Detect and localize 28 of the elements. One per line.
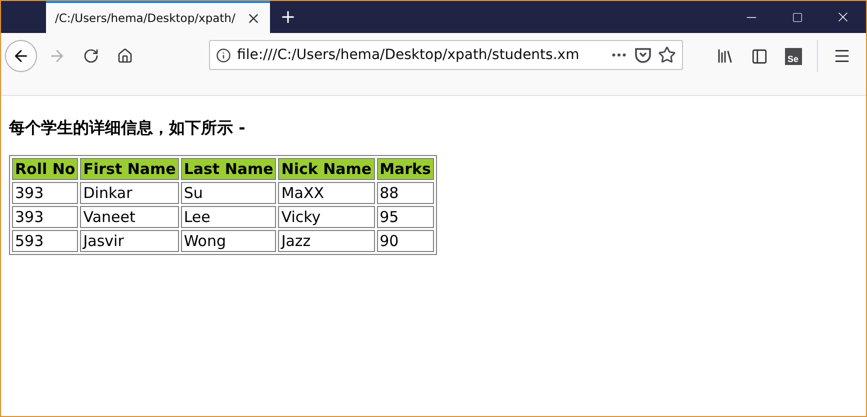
extension-button[interactable]: Se xyxy=(779,42,807,70)
table-cell: 90 xyxy=(376,230,434,252)
table-cell: Jasvir xyxy=(80,230,179,252)
table-cell: Lee xyxy=(180,206,276,228)
table-cell: Wong xyxy=(180,230,276,252)
page-heading: 每个学生的详细信息，如下所示 - xyxy=(9,118,246,139)
info-icon xyxy=(216,48,231,62)
back-button[interactable] xyxy=(5,40,37,72)
browser-tab[interactable]: /C:/Users/hema/Desktop/xpath/ xyxy=(46,1,270,33)
pocket-icon[interactable] xyxy=(634,46,652,64)
table-cell: MaXX xyxy=(278,182,375,204)
column-header: Marks xyxy=(376,158,434,180)
column-header: Roll No xyxy=(12,158,78,180)
table-cell: Su xyxy=(180,182,276,204)
address-bar[interactable]: file:///C:/Users/hema/Desktop/xpath/students.xm xyxy=(209,40,683,70)
table-cell: 393 xyxy=(12,182,78,204)
table-cell: Vaneet xyxy=(80,206,179,228)
column-header: Nick Name xyxy=(278,158,375,180)
table-cell: Dinkar xyxy=(80,182,179,204)
bookmark-star-icon[interactable] xyxy=(658,46,676,64)
table-cell: 95 xyxy=(376,206,434,228)
table-cell: Vicky xyxy=(278,206,375,228)
column-header: Last Name xyxy=(180,158,276,180)
table-cell: 88 xyxy=(376,182,434,204)
table-cell: 393 xyxy=(12,206,78,228)
table-cell: 593 xyxy=(12,230,78,252)
column-header: First Name xyxy=(80,158,179,180)
table-cell: Jazz xyxy=(278,230,375,252)
